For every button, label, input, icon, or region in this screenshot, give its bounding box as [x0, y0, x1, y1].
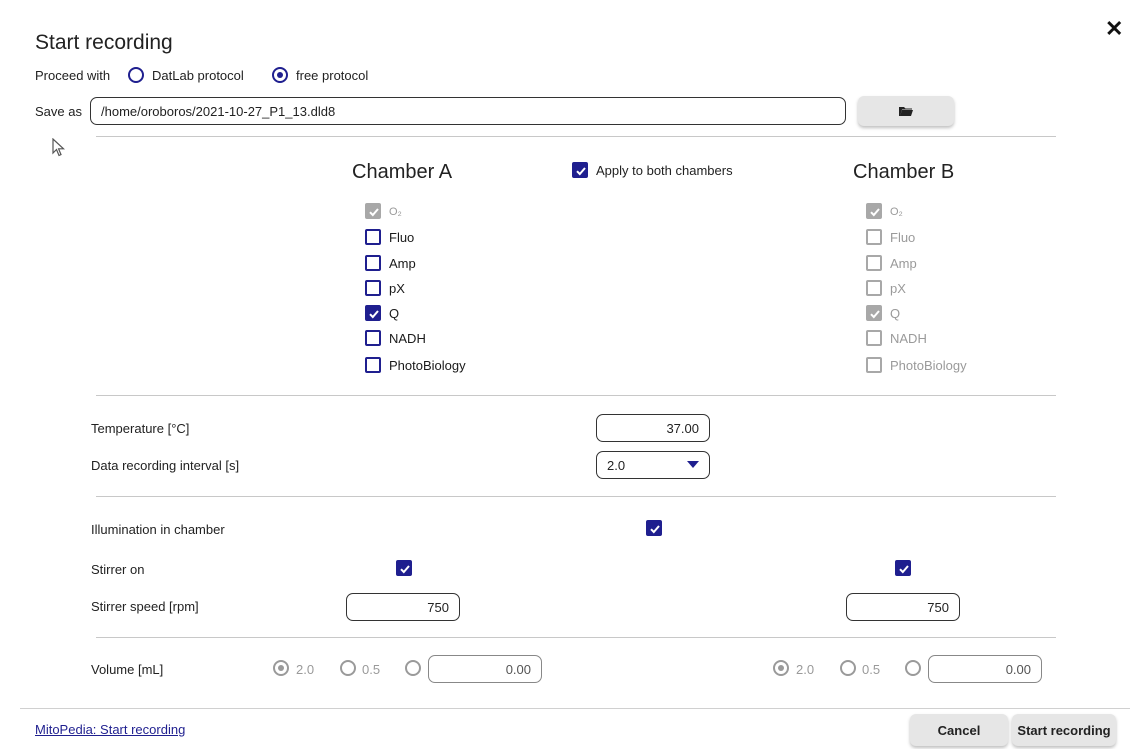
chamber-a-amp-checkbox[interactable] [365, 255, 381, 271]
divider-2 [96, 395, 1056, 396]
chamber-b-px-label: pX [890, 281, 906, 296]
divider-3 [96, 496, 1056, 497]
chamber-b-q-checkbox [866, 305, 882, 321]
chamber-b-stirrer-checkbox[interactable] [895, 560, 911, 576]
chamber-a-amp-label[interactable]: Amp [389, 256, 416, 271]
cancel-button[interactable]: Cancel [910, 714, 1008, 746]
chamber-b-amp-label: Amp [890, 256, 917, 271]
divider-4 [96, 637, 1056, 638]
chamber-a-volume-2-radio[interactable] [273, 660, 289, 676]
proceed-label: Proceed with [35, 68, 111, 83]
chamber-a-title: Chamber A [352, 161, 453, 183]
chamber-a-px-checkbox[interactable] [365, 280, 381, 296]
chamber-b-fluo-label: Fluo [890, 230, 916, 245]
chamber-a-px-label[interactable]: pX [389, 281, 405, 296]
start-recording-button[interactable]: Start recording [1012, 714, 1116, 746]
interval-select[interactable]: 2.0 [596, 451, 710, 479]
temperature-label: Temperature [°C] [91, 421, 190, 436]
folder-icon [899, 106, 913, 116]
chamber-b-volume-input[interactable]: 0.00 [928, 655, 1042, 683]
chamber-a-volume-2-label[interactable]: 2.0 [296, 662, 314, 677]
chamber-a-stirrer-checkbox[interactable] [396, 560, 412, 576]
interval-value: 2.0 [607, 457, 626, 473]
close-icon[interactable]: ✕ [1105, 18, 1123, 40]
chamber-a-fluo-label[interactable]: Fluo [389, 230, 414, 245]
apply-both-checkbox[interactable] [572, 162, 588, 178]
chamber-a-photobiology-checkbox[interactable] [365, 357, 381, 373]
chamber-b-q-label: Q [890, 306, 901, 321]
browse-button[interactable] [858, 96, 954, 126]
free-protocol-label[interactable]: free protocol [296, 68, 368, 83]
divider-1 [96, 136, 1056, 137]
chamber-b-stirrer-speed-input[interactable]: 750 [846, 593, 960, 621]
illumination-checkbox[interactable] [646, 520, 662, 536]
dialog-title: Start recording [35, 31, 173, 54]
volume-label: Volume [mL] [91, 662, 164, 677]
datlab-protocol-label[interactable]: DatLab protocol [152, 68, 244, 83]
chamber-a-q-label[interactable]: Q [389, 306, 399, 321]
chamber-b-volume-value: 0.00 [1005, 661, 1031, 677]
footer-divider [20, 708, 1130, 709]
chamber-a-volume-05-radio[interactable] [340, 660, 356, 676]
chamber-b-photobiology-label: PhotoBiology [890, 358, 967, 373]
chamber-a-volume-05-label[interactable]: 0.5 [362, 662, 380, 677]
chamber-b-o2-checkbox [866, 203, 882, 219]
stirrer-label: Stirrer on [91, 562, 145, 577]
temperature-value: 37.00 [666, 420, 699, 436]
save-path-value: /home/oroboros/2021-10-27_P1_13.dld8 [101, 103, 336, 119]
illumination-label: Illumination in chamber [91, 522, 225, 537]
apply-both-label[interactable]: Apply to both chambers [596, 163, 733, 178]
chamber-a-volume-custom-radio[interactable] [405, 660, 421, 676]
save-path-input[interactable]: /home/oroboros/2021-10-27_P1_13.dld8 [90, 97, 846, 125]
chamber-a-volume-value: 0.00 [505, 661, 531, 677]
free-protocol-radio[interactable] [272, 67, 288, 83]
mitopedia-link[interactable]: MitoPedia: Start recording [35, 722, 185, 737]
chamber-b-px-checkbox [866, 280, 882, 296]
chamber-b-volume-05-radio[interactable] [840, 660, 856, 676]
mouse-cursor-icon [52, 138, 66, 157]
save-as-label: Save as [35, 104, 82, 119]
chamber-a-nadh-checkbox[interactable] [365, 330, 381, 346]
chamber-b-volume-2-radio[interactable] [773, 660, 789, 676]
chevron-down-icon [687, 461, 699, 468]
chamber-a-stirrer-speed-value: 750 [427, 599, 449, 615]
chamber-a-volume-input[interactable]: 0.00 [428, 655, 542, 683]
chamber-a-q-checkbox[interactable] [365, 305, 381, 321]
datlab-protocol-radio[interactable] [128, 67, 144, 83]
chamber-a-nadh-label[interactable]: NADH [389, 331, 426, 346]
chamber-a-o2-label: O₂ [389, 206, 402, 218]
chamber-a-photobiology-label[interactable]: PhotoBiology [389, 358, 466, 373]
chamber-a-stirrer-speed-input[interactable]: 750 [346, 593, 460, 621]
chamber-b-title: Chamber B [853, 161, 955, 183]
chamber-b-nadh-label: NADH [890, 331, 927, 346]
chamber-b-volume-05-label[interactable]: 0.5 [862, 662, 880, 677]
chamber-b-volume-2-label[interactable]: 2.0 [796, 662, 814, 677]
chamber-b-photobiology-checkbox [866, 357, 882, 373]
chamber-a-o2-checkbox [365, 203, 381, 219]
temperature-input[interactable]: 37.00 [596, 414, 710, 442]
stirrer-speed-label: Stirrer speed [rpm] [91, 599, 199, 614]
chamber-b-stirrer-speed-value: 750 [927, 599, 949, 615]
interval-label: Data recording interval [s] [91, 458, 240, 473]
chamber-b-amp-checkbox [866, 255, 882, 271]
chamber-b-nadh-checkbox [866, 330, 882, 346]
chamber-b-fluo-checkbox [866, 229, 882, 245]
chamber-b-o2-label: O₂ [890, 206, 903, 218]
chamber-a-fluo-checkbox[interactable] [365, 229, 381, 245]
chamber-b-volume-custom-radio[interactable] [905, 660, 921, 676]
